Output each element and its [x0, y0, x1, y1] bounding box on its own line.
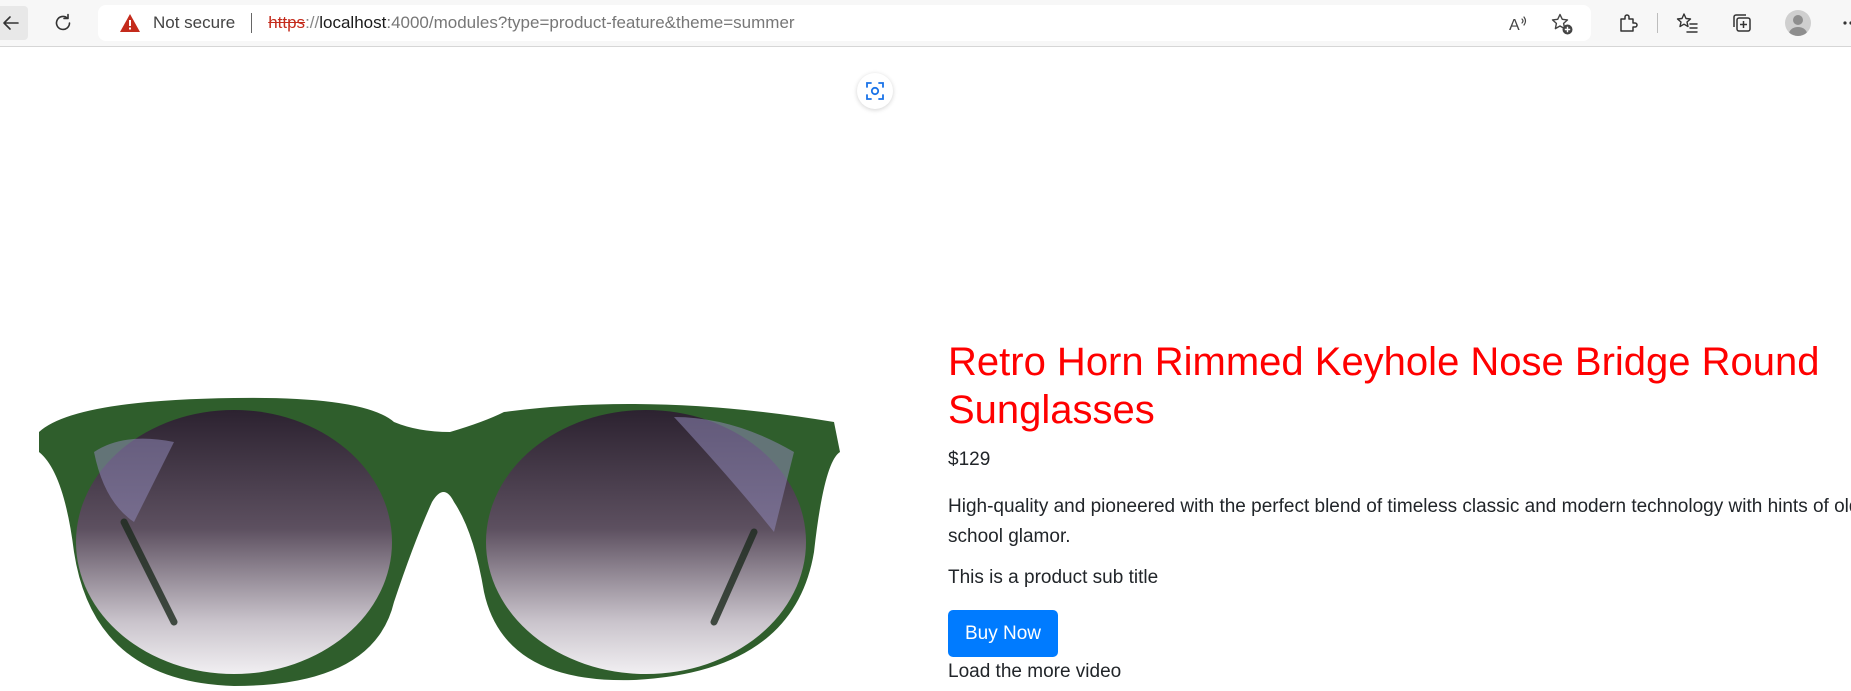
collections-icon: [1733, 14, 1751, 32]
reload-button[interactable]: [46, 6, 80, 40]
browser-toolbar: Not secure https://localhost:4000/module…: [0, 0, 1851, 47]
user-avatar-icon: [1785, 10, 1811, 36]
toolbar-divider: [1657, 13, 1658, 33]
address-bar[interactable]: Not secure https://localhost:4000/module…: [98, 5, 1591, 41]
arrow-left-icon: [3, 16, 19, 30]
url-separator: ://: [305, 13, 320, 32]
url-scheme: https: [268, 13, 306, 32]
product-subtitle: This is a product sub title: [948, 567, 1159, 588]
puzzle-icon: [1620, 14, 1638, 32]
buy-now-button[interactable]: Buy Now: [948, 610, 1059, 657]
read-aloud-icon[interactable]: A: [1506, 11, 1532, 37]
extensions-button[interactable]: [1611, 6, 1645, 40]
product-image: [34, 392, 846, 686]
svg-text:A: A: [1509, 17, 1520, 34]
product-description: High-quality and pioneered with the perf…: [948, 496, 1851, 547]
favorites-button[interactable]: [1670, 6, 1704, 40]
refresh-icon: [55, 13, 71, 31]
screen-capture-button[interactable]: [857, 73, 893, 109]
url-text[interactable]: https://localhost:4000/modules?type=prod…: [268, 13, 794, 33]
screen-capture-icon: [866, 82, 884, 100]
profile-button[interactable]: [1781, 6, 1815, 40]
star-plus-icon[interactable]: [1549, 11, 1575, 37]
url-path: :4000/modules?type=product-feature&theme…: [386, 13, 795, 32]
favorites-list-icon: [1676, 13, 1698, 33]
product-extra-text: Load the more video: [948, 661, 1122, 682]
address-divider: [251, 13, 253, 33]
security-label[interactable]: Not secure: [153, 13, 235, 33]
back-button[interactable]: [0, 6, 28, 40]
warning-triangle-icon[interactable]: [119, 12, 143, 34]
more-button[interactable]: [1834, 6, 1851, 40]
product-price: $129: [948, 449, 991, 470]
product-title: Retro Horn Rimmed Keyhole Nose Bridge Ro…: [948, 340, 1820, 432]
url-host: localhost: [319, 13, 387, 32]
product-info: Retro Horn Rimmed Keyhole Nose Bridge Ro…: [948, 338, 1851, 683]
more-icon: [1843, 21, 1851, 25]
collections-button[interactable]: [1725, 6, 1759, 40]
